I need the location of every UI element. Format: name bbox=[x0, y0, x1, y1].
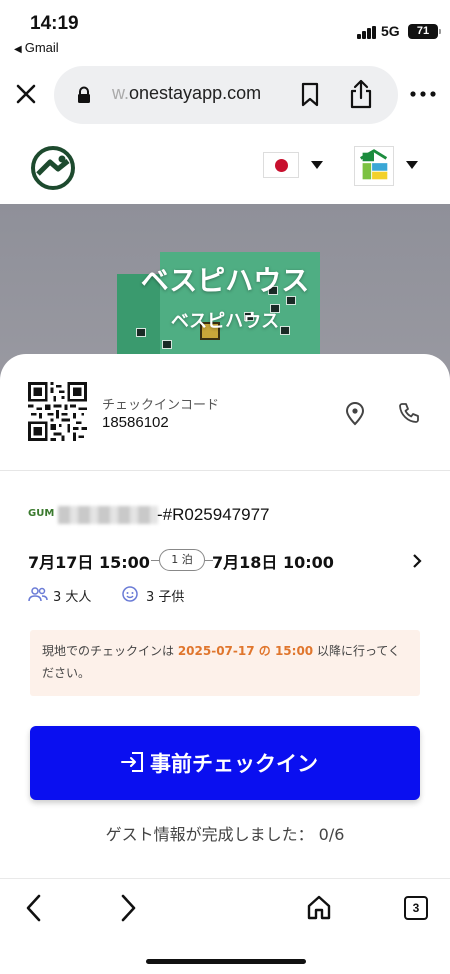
adults-icon bbox=[28, 587, 48, 602]
checkin-code-label: チェックインコード bbox=[102, 398, 220, 413]
url-prefix: w. bbox=[112, 83, 130, 103]
tabs-count-button[interactable]: 3 bbox=[404, 896, 428, 920]
notice-text: 現地でのチェックインは bbox=[42, 644, 178, 658]
chevron-right-icon[interactable] bbox=[412, 554, 422, 568]
map-pin-icon[interactable] bbox=[345, 402, 365, 426]
children-icon bbox=[122, 586, 138, 602]
back-to-app-link[interactable]: ◀ Gmail bbox=[14, 40, 59, 55]
reservation-logo: GUM bbox=[28, 508, 55, 519]
home-icon[interactable] bbox=[306, 894, 332, 920]
pre-checkin-button[interactable]: 事前チェックイン bbox=[30, 726, 420, 800]
share-icon[interactable] bbox=[348, 79, 374, 109]
network-type: 5G bbox=[381, 23, 400, 39]
checkin-notice: 現地でのチェックインは 2025-07-17 の 15:00 以降に行ってくださ… bbox=[30, 630, 420, 696]
language-caret-icon[interactable] bbox=[311, 161, 323, 169]
page: 14:19 ◀ Gmail 5G 71 w.onestayapp.com ベスピ… bbox=[0, 0, 450, 974]
close-icon[interactable] bbox=[12, 80, 40, 108]
reservation-card: チェックインコード 18586102 GUM -#R025947977 7月17… bbox=[0, 354, 450, 884]
checkout-date: 7月18日 10:00 bbox=[212, 553, 334, 572]
children-count: 3 子供 bbox=[146, 590, 185, 605]
reservation-row: GUM -#R025947977 bbox=[28, 504, 428, 526]
status-bar: 14:19 ◀ Gmail 5G 71 bbox=[0, 0, 450, 58]
url-text: w.onestayapp.com bbox=[112, 83, 261, 104]
battery-icon: 71 bbox=[408, 24, 441, 39]
more-icon[interactable] bbox=[410, 91, 436, 97]
site-logo-icon[interactable] bbox=[30, 145, 76, 191]
nights-connector bbox=[151, 560, 159, 561]
reservation-number: -#R025947977 bbox=[157, 505, 270, 524]
blurred-name bbox=[58, 506, 158, 524]
home-indicator bbox=[146, 959, 306, 964]
guests-row: 3 大人 3 子供 bbox=[28, 584, 328, 606]
back-icon[interactable] bbox=[22, 893, 46, 923]
nights-badge: 1 泊 bbox=[159, 549, 205, 571]
guest-info-progress: ゲスト情報が完成しました： 0/6 bbox=[105, 825, 345, 844]
address-bar[interactable]: w.onestayapp.com bbox=[54, 66, 398, 124]
bookmark-icon[interactable] bbox=[300, 82, 320, 108]
signal-icon bbox=[357, 26, 377, 39]
browser-toolbar: w.onestayapp.com bbox=[0, 58, 450, 130]
language-flag-icon[interactable] bbox=[263, 152, 299, 178]
back-app-label: Gmail bbox=[24, 40, 59, 55]
qr-code-icon[interactable] bbox=[28, 382, 87, 441]
phone-icon[interactable] bbox=[398, 402, 420, 424]
site-header bbox=[0, 130, 450, 204]
url-domain: onestayapp.com bbox=[129, 83, 262, 103]
status-time: 14:19 bbox=[30, 13, 79, 34]
notice-highlight: 2025-07-17 の 15:00 bbox=[177, 644, 314, 658]
checkin-code-value: 18586102 bbox=[102, 414, 169, 431]
pre-checkin-label: 事前チェックイン bbox=[150, 752, 318, 776]
divider bbox=[0, 470, 450, 471]
back-triangle-icon: ◀ bbox=[14, 44, 22, 55]
checkin-icon bbox=[121, 752, 143, 772]
forward-icon[interactable] bbox=[116, 893, 140, 923]
property-logo-icon[interactable] bbox=[354, 146, 394, 186]
lock-icon bbox=[78, 86, 90, 103]
stay-dates-row[interactable]: 7月17日 15:00 1 泊 7月18日 10:00 bbox=[28, 546, 428, 572]
property-title: ベスピハウス bbox=[140, 264, 310, 297]
property-subtitle: ベスピハウス bbox=[170, 311, 280, 332]
adults-count: 3 大人 bbox=[53, 590, 92, 605]
property-caret-icon[interactable] bbox=[406, 161, 418, 169]
browser-bottom-nav: 3 bbox=[0, 878, 450, 974]
checkin-date: 7月17日 15:00 bbox=[28, 553, 150, 572]
